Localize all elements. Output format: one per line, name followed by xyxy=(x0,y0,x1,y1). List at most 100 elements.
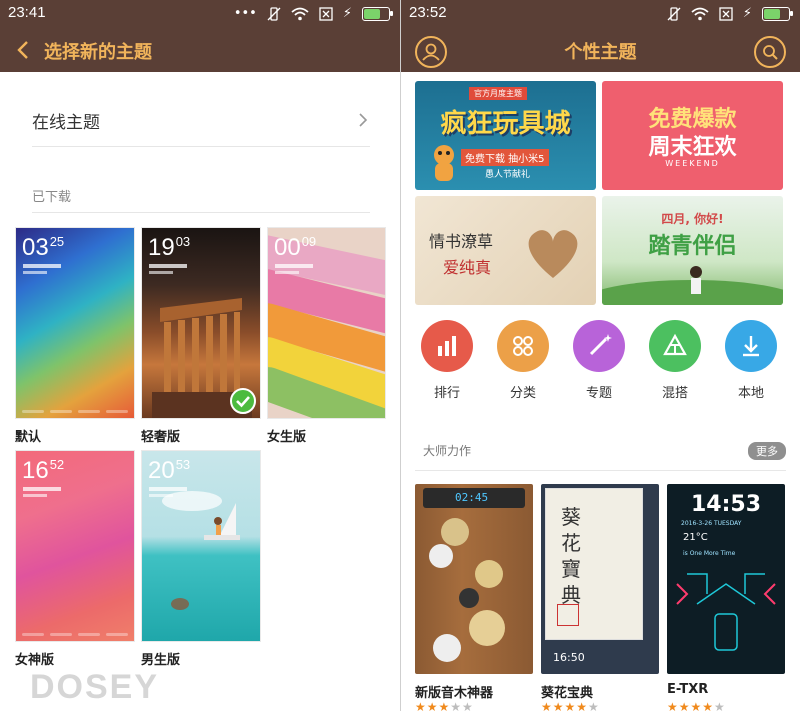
rating-stars: ★★★★★ xyxy=(541,700,600,711)
banner-headline-2: 周末狂欢 xyxy=(648,135,737,160)
downloaded-section-header: 已下载 xyxy=(32,178,370,213)
page-title: 个性主题 xyxy=(564,42,637,63)
card-book-title: 葵花寶典 xyxy=(561,505,581,607)
theme-clock: 1903 xyxy=(148,234,191,261)
banner-tag: 官方月度主题 xyxy=(469,87,527,100)
no-sim-icon xyxy=(719,7,733,21)
girl-meadow-image xyxy=(602,266,783,305)
banner-sub: 免费下载 抽小米5 xyxy=(461,149,549,166)
card-display: 02:45 xyxy=(455,491,489,504)
battery-icon xyxy=(762,7,793,21)
banner-sub2: 愚人节献礼 xyxy=(485,170,531,180)
no-sim-icon xyxy=(319,7,333,21)
category-topic[interactable]: 专题 xyxy=(570,320,628,401)
banner-toy-city[interactable]: 官方月度主题 疯狂玩具城 免费下载 抽小米5 愚人节献礼 xyxy=(415,81,596,190)
card-book-stamp xyxy=(557,604,579,626)
theme-clock: 0325 xyxy=(22,234,65,261)
more-dots-icon: ••• xyxy=(233,6,257,21)
theme-name: 女神版 xyxy=(15,653,55,668)
status-time: 23:41 xyxy=(8,4,46,21)
vibrate-mute-icon xyxy=(267,7,281,21)
banner-weekend[interactable]: 免费爆款 周末狂欢 WEEKEND xyxy=(602,81,783,190)
chevron-right-icon xyxy=(359,113,368,127)
theme-card-etxr[interactable]: 14:53 2016-3-26 TUESDAY 21°C is One More… xyxy=(667,484,785,674)
battery-icon xyxy=(362,7,393,21)
triangles-icon xyxy=(663,333,687,356)
card-clock: 14:53 xyxy=(690,492,762,517)
banner-love-letter[interactable]: 情书潦草 爱纯真 xyxy=(415,196,596,305)
category-classify[interactable]: 分类 xyxy=(494,320,552,401)
card-date: 2016-3-26 TUESDAY xyxy=(681,520,742,527)
circuit-pattern-image xyxy=(676,573,776,651)
category-label: 本地 xyxy=(737,386,764,401)
category-icon-circle xyxy=(497,320,549,372)
category-icon-circle xyxy=(573,320,625,372)
theme-clock: 0009 xyxy=(274,234,317,261)
selected-check-icon xyxy=(230,388,256,414)
rating-stars: ★★★★★ xyxy=(667,700,726,711)
category-label: 专题 xyxy=(585,386,612,401)
category-mix[interactable]: 混搭 xyxy=(646,320,704,401)
theme-thumb-goddess[interactable]: 1652 xyxy=(15,450,135,642)
online-themes-row[interactable]: 在线主题 xyxy=(32,100,370,147)
wifi-icon xyxy=(291,7,309,21)
banner-headline: 疯狂玩具城 xyxy=(440,109,571,139)
bar-chart-icon xyxy=(438,336,456,356)
search-button[interactable] xyxy=(754,36,786,68)
downloaded-label: 已下载 xyxy=(32,190,72,205)
cartoon-character-icon xyxy=(434,145,454,181)
grid-circles-icon xyxy=(513,336,533,356)
banner-headline: 情书潦草 xyxy=(429,232,494,251)
masters-label: 大师力作 xyxy=(423,444,472,458)
theme-name: 默认 xyxy=(15,430,42,445)
banner-sub: WEEKEND xyxy=(665,159,720,168)
online-themes-label: 在线主题 xyxy=(32,113,100,133)
category-icon-circle xyxy=(725,320,777,372)
theme-card-wood-music[interactable]: 02:45 xyxy=(415,484,533,674)
charging-icon: ⚡ xyxy=(342,6,352,21)
category-ranking[interactable]: 排行 xyxy=(418,320,476,401)
heart-paper-image xyxy=(528,230,578,278)
theme-name: 女生版 xyxy=(267,430,307,445)
card-temp: 21°C xyxy=(683,532,708,543)
page-title: 选择新的主题 xyxy=(44,42,152,63)
card-name: E-TXR xyxy=(667,682,709,697)
masters-section-header: 大师力作 更多 xyxy=(415,434,786,471)
charging-icon: ⚡ xyxy=(742,6,752,21)
back-arrow-icon[interactable] xyxy=(14,38,34,62)
more-button[interactable]: 更多 xyxy=(748,442,786,460)
theme-thumb-default[interactable]: 0325 xyxy=(15,227,135,419)
download-icon xyxy=(743,336,759,357)
search-icon xyxy=(763,45,778,60)
theme-thumb-luxury[interactable]: 1903 xyxy=(141,227,261,419)
magic-wand-icon xyxy=(589,334,612,356)
category-local[interactable]: 本地 xyxy=(722,320,780,401)
status-time: 23:52 xyxy=(409,4,447,21)
category-label: 混搭 xyxy=(661,386,688,401)
category-label: 分类 xyxy=(509,386,536,401)
banner-headline-2: 爱纯真 xyxy=(443,258,492,277)
status-bar: 23:52 ⚡ xyxy=(401,0,800,28)
theme-thumb-girl[interactable]: 0009 xyxy=(267,227,386,419)
rating-stars: ★★★★★ xyxy=(415,700,474,711)
card-music: is One More Time xyxy=(683,550,736,557)
watermark: DOSEY xyxy=(30,668,160,706)
app-bar: 选择新的主题 xyxy=(0,28,400,72)
status-bar: 23:41 ••• ⚡ xyxy=(0,0,400,28)
theme-picker-screen: 23:41 ••• ⚡ 选择新的主题 在线主题 已下载 0325 默认 1903… xyxy=(0,0,400,711)
vibrate-mute-icon xyxy=(667,7,681,21)
card-clock: 16:50 xyxy=(553,651,585,664)
theme-clock: 1652 xyxy=(22,457,65,484)
theme-store-screen: 23:52 ⚡ 个性主题 官方月度主题 疯狂玩具城 免费下载 抽小米5 愚人节献 xyxy=(401,0,800,711)
wifi-icon xyxy=(691,7,709,21)
category-icon-circle xyxy=(421,320,473,372)
category-label: 排行 xyxy=(433,386,460,401)
banner-spring[interactable]: 四月, 你好! 踏青伴侣 xyxy=(602,196,783,305)
drum-kit-image xyxy=(429,518,505,662)
theme-thumb-boy[interactable]: 2053 xyxy=(141,450,261,642)
theme-name: 轻奢版 xyxy=(141,430,181,445)
card-name: 新版音木神器 xyxy=(415,686,494,701)
theme-clock: 2053 xyxy=(148,457,191,484)
theme-card-kuihua[interactable]: 葵花寶典 16:50 xyxy=(541,484,659,674)
app-bar: 个性主题 xyxy=(401,28,800,72)
